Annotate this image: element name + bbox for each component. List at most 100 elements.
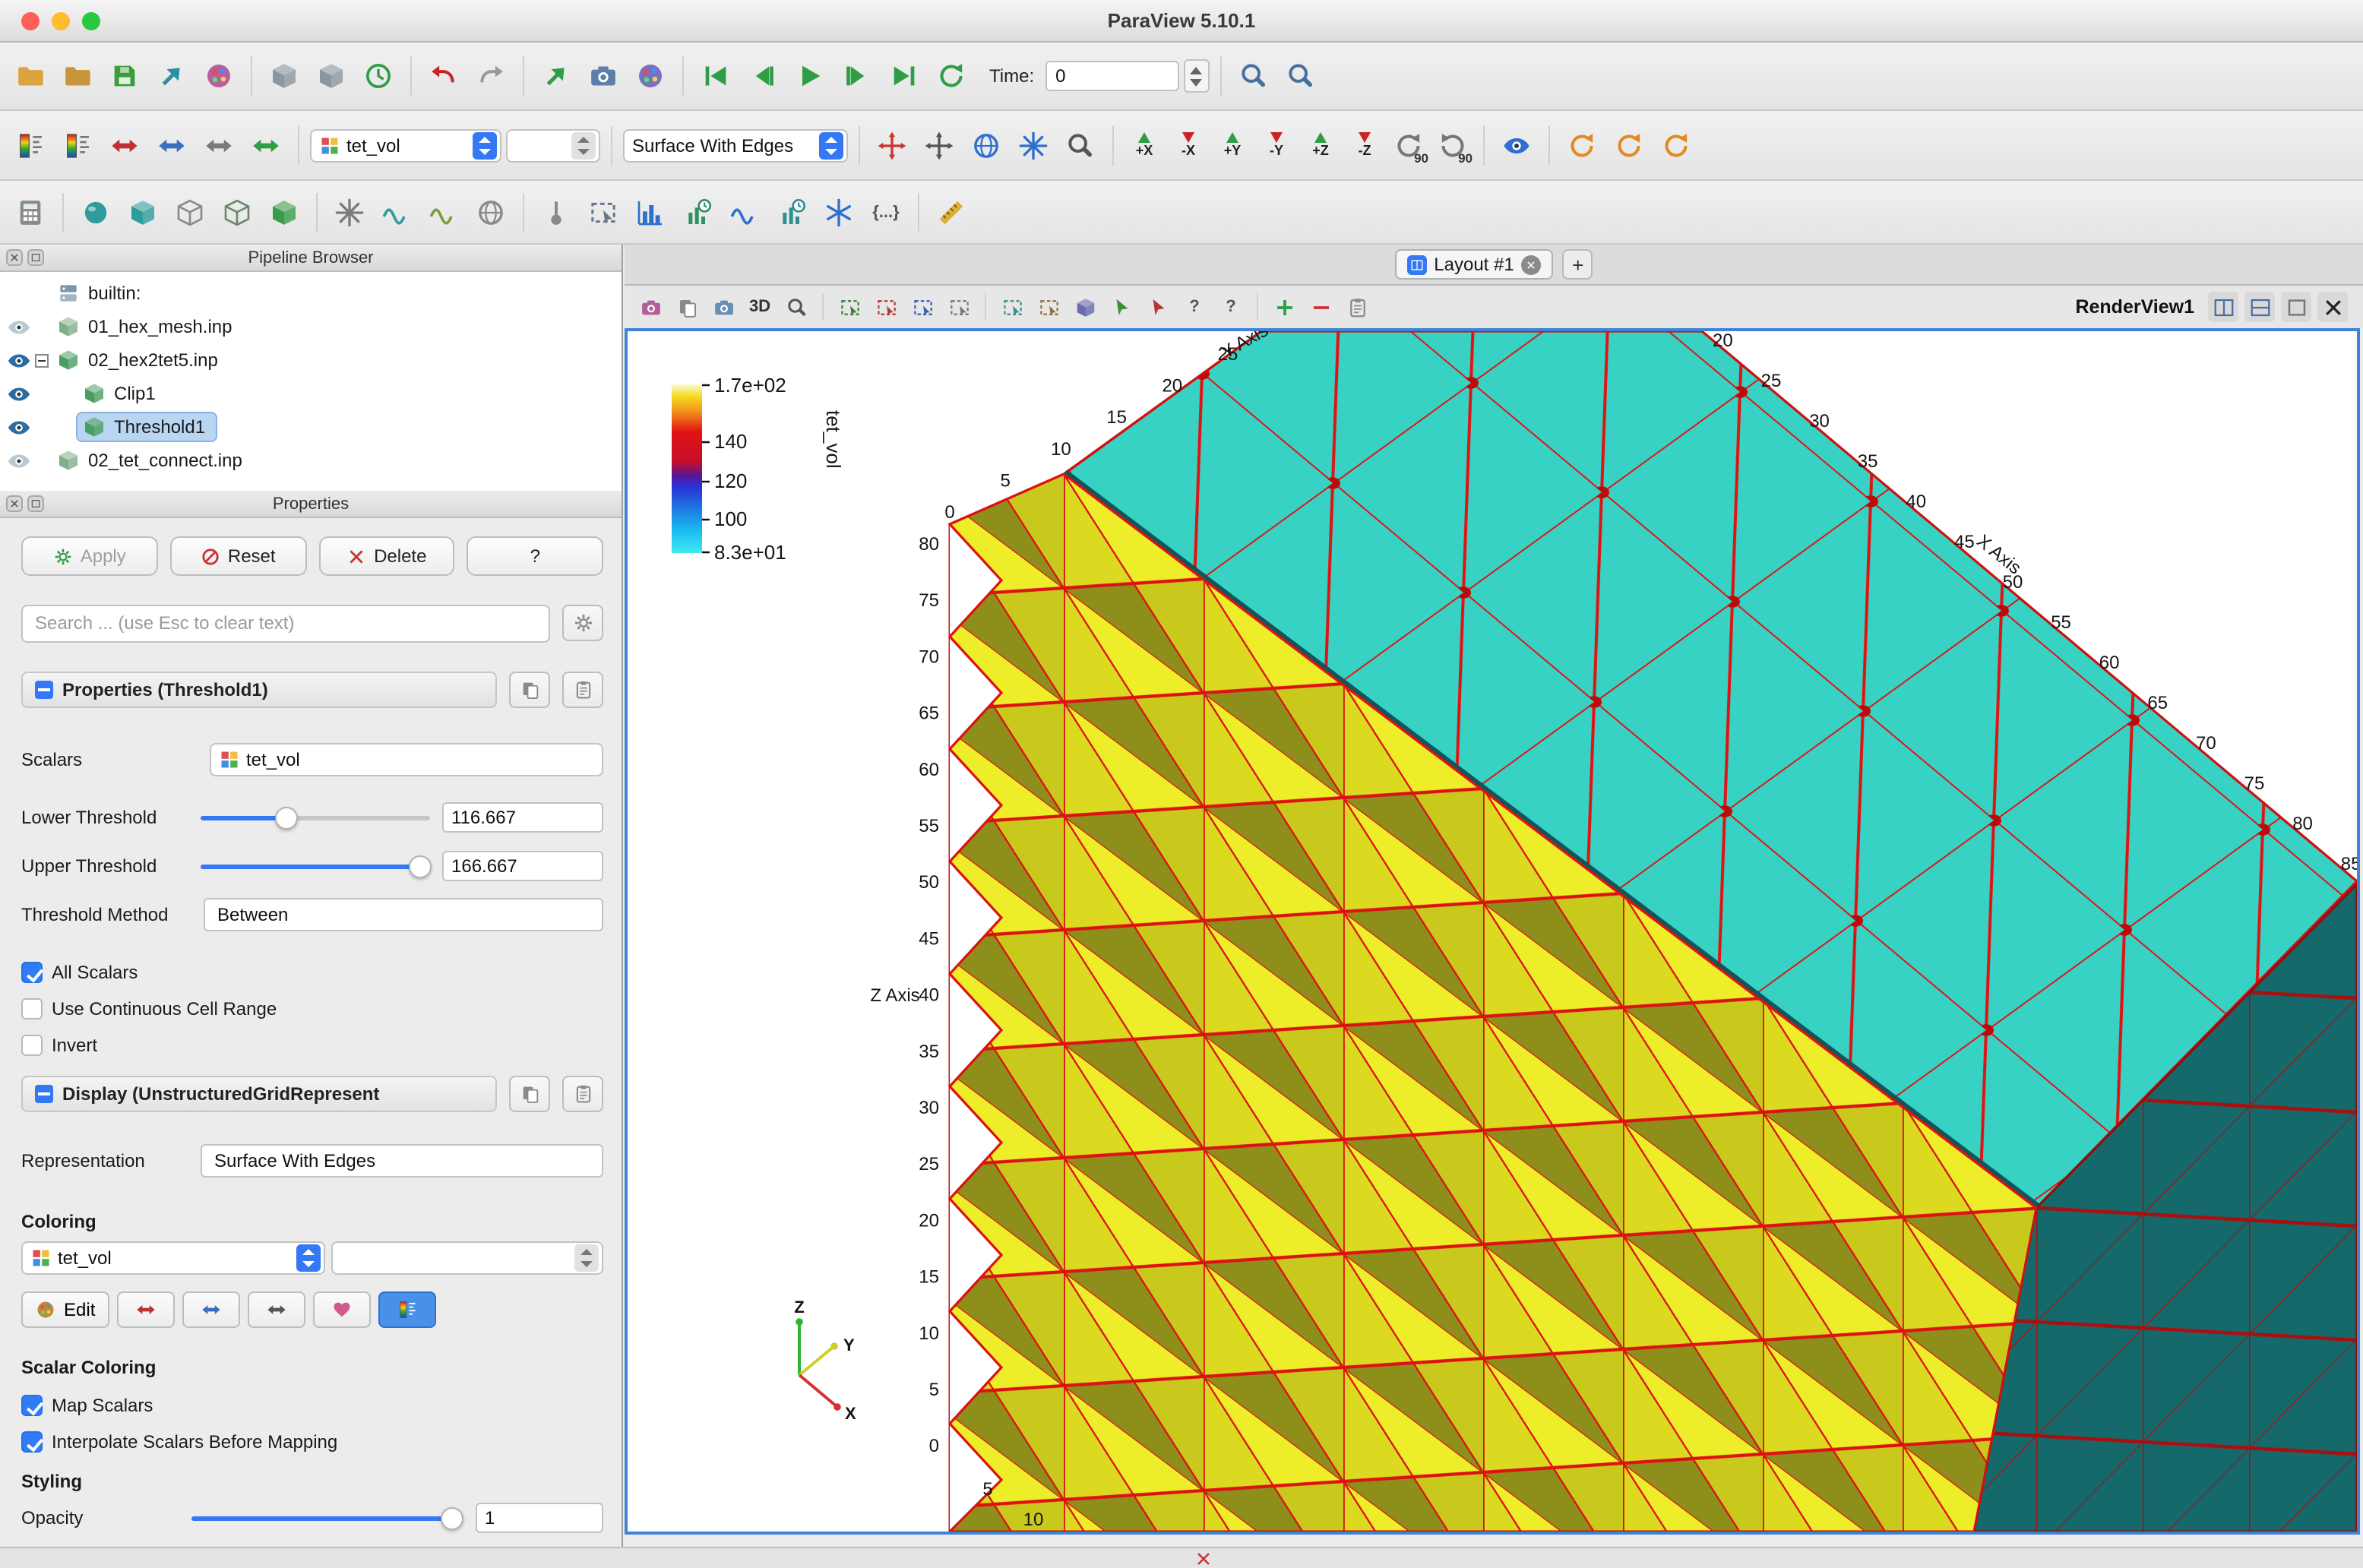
collapse-icon[interactable] — [35, 681, 53, 699]
hover-cells-icon[interactable]: ? — [1178, 290, 1211, 324]
pipeline-item-builtin[interactable]: builtin: — [0, 277, 622, 310]
collapse-expander[interactable] — [35, 353, 49, 367]
glyph-filter-icon[interactable] — [328, 191, 371, 233]
adjust-camera-icon[interactable] — [780, 290, 813, 324]
copy-display-button[interactable] — [509, 1076, 550, 1112]
all-scalars-checkbox[interactable] — [21, 962, 43, 983]
plot-over-line-icon[interactable] — [723, 191, 766, 233]
upper-threshold-slider[interactable] — [201, 854, 430, 878]
zoom-to-data-view-icon[interactable] — [965, 124, 1008, 166]
visibility-eye-icon[interactable] — [6, 347, 32, 373]
catalyst-results-icon[interactable] — [310, 55, 353, 97]
close-view-button[interactable] — [2317, 292, 2348, 322]
zoom-to-data-icon[interactable] — [1232, 55, 1274, 97]
redo-icon[interactable] — [470, 55, 512, 97]
grow-selection-icon[interactable] — [1267, 290, 1301, 324]
rescale-custom-range-icon[interactable] — [150, 124, 193, 166]
open-file-icon[interactable] — [9, 55, 52, 97]
center-axes-visibility-icon[interactable] — [1495, 124, 1538, 166]
next-frame-icon[interactable] — [836, 55, 878, 97]
plot-over-time-icon[interactable] — [676, 191, 719, 233]
search-input[interactable] — [21, 604, 550, 642]
save-data-icon[interactable] — [103, 55, 146, 97]
properties-close-button[interactable] — [6, 495, 23, 512]
first-frame-icon[interactable] — [694, 55, 737, 97]
split-vertical-button[interactable] — [2208, 292, 2238, 322]
paste-properties-button[interactable] — [562, 672, 603, 708]
python-calculator-icon[interactable]: {...} — [865, 191, 907, 233]
copy-view-icon[interactable] — [670, 290, 704, 324]
upper-threshold-value[interactable] — [442, 851, 603, 881]
threshold-method-dropdown[interactable]: Between — [204, 898, 603, 931]
properties-float-button[interactable] — [27, 495, 44, 512]
colormap-icon[interactable] — [9, 124, 52, 166]
palette-icon[interactable] — [629, 55, 672, 97]
visibility-eye-icon[interactable] — [6, 414, 32, 440]
auto-apply-icon[interactable] — [535, 55, 577, 97]
interpolate-scalars-checkbox[interactable] — [21, 1431, 43, 1453]
time-stepper[interactable] — [1183, 59, 1209, 93]
properties-section-header[interactable]: Properties (Threshold1) — [21, 672, 497, 708]
rotate-90-ccw-button[interactable]: 90 — [1433, 124, 1473, 166]
zoom-to-box-icon[interactable] — [1059, 124, 1102, 166]
extract-selection-icon[interactable] — [582, 191, 625, 233]
rotate-clockwise-icon[interactable] — [1561, 124, 1603, 166]
hover-points-icon[interactable]: ? — [1214, 290, 1248, 324]
color-by-combo[interactable]: tet_vol — [310, 128, 501, 162]
timer-icon[interactable] — [357, 55, 400, 97]
map-scalars-checkbox[interactable] — [21, 1395, 43, 1416]
probe-location-icon[interactable] — [535, 191, 577, 233]
apply-button[interactable]: Apply — [21, 536, 158, 576]
select-block-icon[interactable] — [1068, 290, 1102, 324]
temporal-interpolator-icon[interactable] — [818, 191, 860, 233]
calculator-icon[interactable] — [9, 191, 52, 233]
representation-dropdown[interactable]: Surface With Edges — [201, 1144, 603, 1178]
split-horizontal-button[interactable] — [2244, 292, 2275, 322]
edit-view-options-icon[interactable] — [634, 290, 667, 324]
zoom-closest-to-data-icon[interactable] — [1012, 124, 1055, 166]
display-section-header[interactable]: Display (UnstructuredGridRepresent — [21, 1076, 497, 1112]
pipeline-item-01-hex-mesh[interactable]: 01_hex_mesh.inp — [0, 310, 622, 343]
scalars-combo[interactable]: tet_vol — [210, 743, 603, 776]
clear-selection-icon[interactable] — [1340, 290, 1374, 324]
pipeline-item-threshold1[interactable]: Threshold1 — [0, 410, 622, 444]
view-plus-z-button[interactable]: +Z — [1301, 124, 1340, 166]
pipeline-item-clip1[interactable]: Clip1 — [0, 377, 622, 410]
undo-icon[interactable] — [422, 55, 465, 97]
color-legend-icon[interactable] — [198, 55, 240, 97]
rotate-90-cw-button[interactable]: 90 — [1389, 124, 1428, 166]
select-cells-polygon-icon[interactable] — [995, 290, 1029, 324]
lower-threshold-slider[interactable] — [201, 805, 430, 830]
loop-icon[interactable] — [930, 55, 973, 97]
shrink-selection-icon[interactable] — [1304, 290, 1337, 324]
continuous-cell-range-checkbox[interactable] — [21, 998, 43, 1020]
help-button[interactable]: ? — [467, 536, 604, 576]
opacity-value[interactable] — [476, 1503, 603, 1533]
play-icon[interactable] — [789, 55, 831, 97]
export-scene-icon[interactable] — [150, 55, 193, 97]
plot-selection-over-time-icon[interactable] — [770, 191, 813, 233]
selected-pipeline-item[interactable]: Threshold1 — [78, 413, 216, 441]
interactive-select-points-icon[interactable] — [1141, 290, 1175, 324]
rescale-data-range-icon[interactable] — [103, 124, 146, 166]
capture-screenshot-icon[interactable] — [707, 290, 740, 324]
edit-colormap-icon[interactable] — [56, 124, 99, 166]
pipeline-item-02-tet-connect[interactable]: 02_tet_connect.inp — [0, 444, 622, 477]
tab-layout-1[interactable]: Layout #1 — [1394, 249, 1553, 280]
visibility-eye-icon[interactable] — [6, 381, 32, 406]
view-minus-y-button[interactable]: -Y — [1257, 124, 1296, 166]
visibility-eye-icon[interactable] — [6, 314, 32, 340]
select-points-polygon-icon[interactable] — [1032, 290, 1065, 324]
slice-filter-icon[interactable] — [169, 191, 211, 233]
view-plus-x-button[interactable]: +X — [1125, 124, 1164, 166]
clip-filter-icon[interactable] — [122, 191, 164, 233]
catalyst-connect-icon[interactable] — [263, 55, 305, 97]
rescale-visible-range-icon[interactable] — [245, 124, 287, 166]
view-minus-z-button[interactable]: -Z — [1345, 124, 1384, 166]
edit-color-map-button[interactable]: Edit — [21, 1291, 109, 1328]
warp-filter-icon[interactable] — [422, 191, 465, 233]
select-cells-through-icon[interactable] — [906, 290, 939, 324]
rescale-to-custom-range-button[interactable] — [182, 1291, 239, 1328]
show-scalar-bar-button[interactable] — [378, 1291, 435, 1328]
select-cells-on-icon[interactable] — [833, 290, 866, 324]
